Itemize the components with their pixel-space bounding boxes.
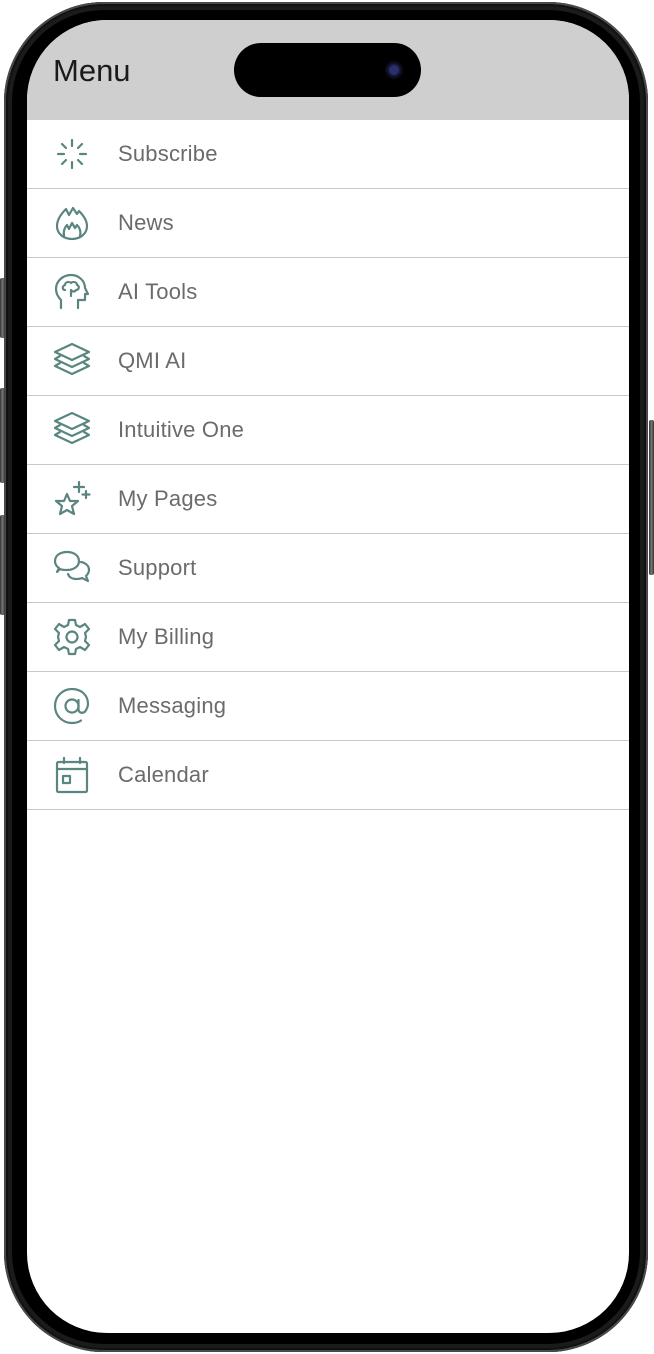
- menu-item-label: Messaging: [118, 693, 227, 718]
- loader-icon: [52, 134, 92, 174]
- page-title: Menu: [53, 53, 131, 88]
- brain-head-icon: [52, 272, 92, 312]
- screen: Menu Subscribe News AI Tools QMI AI Intu…: [27, 20, 629, 1333]
- power-button: [649, 420, 654, 575]
- menu-item-label: AI Tools: [118, 279, 198, 304]
- camera-icon: [385, 61, 403, 79]
- menu-item-support[interactable]: Support: [27, 534, 629, 603]
- menu-item-news[interactable]: News: [27, 189, 629, 258]
- menu-item-messaging[interactable]: Messaging: [27, 672, 629, 741]
- menu-item-label: My Billing: [118, 624, 215, 649]
- menu-item-ai-tools[interactable]: AI Tools: [27, 258, 629, 327]
- dynamic-island: [234, 43, 421, 97]
- gear-icon: [52, 617, 92, 657]
- menu-list: Subscribe News AI Tools QMI AI Intuitive…: [27, 120, 629, 810]
- action-button: [0, 278, 5, 338]
- calendar-icon: [52, 755, 92, 795]
- menu-item-label: My Pages: [118, 486, 218, 511]
- menu-item-intuitive-one[interactable]: Intuitive One: [27, 396, 629, 465]
- menu-item-my-billing[interactable]: My Billing: [27, 603, 629, 672]
- menu-item-my-pages[interactable]: My Pages: [27, 465, 629, 534]
- at-sign-icon: [52, 686, 92, 726]
- menu-item-label: News: [118, 210, 174, 235]
- chat-bubbles-icon: [52, 548, 92, 588]
- volume-up-button: [0, 388, 5, 483]
- menu-item-qmi-ai[interactable]: QMI AI: [27, 327, 629, 396]
- menu-item-calendar[interactable]: Calendar: [27, 741, 629, 810]
- flame-icon: [52, 203, 92, 243]
- menu-item-label: QMI AI: [118, 348, 187, 373]
- menu-item-label: Subscribe: [118, 141, 218, 166]
- app-header: Menu: [27, 20, 629, 120]
- layers-icon: [52, 410, 92, 450]
- menu-item-label: Calendar: [118, 762, 209, 787]
- volume-down-button: [0, 515, 5, 615]
- menu-item-label: Intuitive One: [118, 417, 245, 442]
- star-sparkle-icon: [52, 479, 92, 519]
- layers-icon: [52, 341, 92, 381]
- menu-item-subscribe[interactable]: Subscribe: [27, 120, 629, 189]
- menu-item-label: Support: [118, 555, 197, 580]
